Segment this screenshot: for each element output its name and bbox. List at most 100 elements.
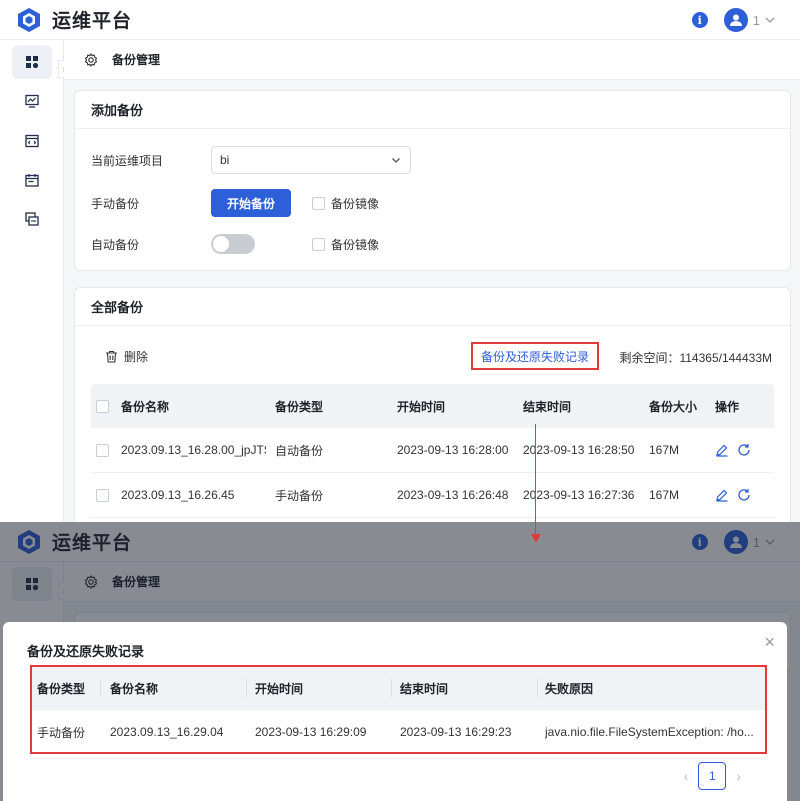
failure-records-link[interactable]: 备份及还原失败记录 bbox=[471, 342, 600, 370]
page-title: 备份管理 bbox=[112, 53, 161, 67]
column-divider bbox=[537, 679, 538, 697]
row-actions bbox=[715, 428, 751, 472]
info-icon[interactable]: i bbox=[691, 12, 708, 28]
col-end: 结束时间 bbox=[523, 399, 572, 414]
trash-icon bbox=[106, 350, 117, 363]
table-row[interactable]: 2023.09.13_16.28.00_jpJTS 自动备份 2023-09-1… bbox=[91, 428, 774, 473]
backup-type: 手动备份 bbox=[275, 488, 324, 503]
manual-mirror-checkbox[interactable]: 备份镜像 bbox=[312, 195, 379, 212]
page-bar: 备份管理 bbox=[64, 40, 800, 80]
start-backup-button[interactable]: 开始备份 bbox=[211, 189, 292, 217]
row-actions bbox=[715, 473, 751, 517]
sidebar-item-windows[interactable] bbox=[12, 202, 52, 236]
auto-backup-row: 自动备份 备份镜像 bbox=[91, 234, 379, 254]
col-name: 备份名称 bbox=[110, 681, 159, 696]
dashboard-icon bbox=[26, 56, 39, 69]
table-row[interactable]: 2023.09.13_16.26.45 手动备份 2023-09-13 16:2… bbox=[91, 473, 774, 518]
auto-backup-toggle[interactable] bbox=[211, 234, 255, 254]
sidebar-item-calendar[interactable] bbox=[12, 163, 52, 197]
close-icon[interactable]: × bbox=[764, 632, 775, 653]
app-title: 运维平台 bbox=[52, 11, 133, 32]
backup-size: 167M bbox=[649, 488, 680, 502]
col-start: 开始时间 bbox=[397, 399, 446, 414]
column-divider bbox=[391, 679, 392, 697]
failure-reason: java.nio.file.FileSystemException: /ho..… bbox=[545, 725, 754, 739]
table-header: 备份名称 备份类型 开始时间 结束时间 备份大小 操作 bbox=[91, 384, 774, 428]
user-icon bbox=[729, 14, 742, 26]
add-backup-card: 添加备份 当前运维项目 bi 手动备份 开始备份 备份镜像 自动备份 备份镜像 bbox=[74, 90, 791, 271]
restore-icon[interactable] bbox=[737, 488, 751, 502]
prev-page-icon[interactable]: ‹ bbox=[684, 768, 689, 784]
toggle-knob bbox=[213, 236, 229, 252]
next-page-icon[interactable]: › bbox=[736, 768, 741, 784]
project-select[interactable]: bi bbox=[211, 146, 411, 174]
user-number: 1 bbox=[752, 12, 760, 28]
select-all-cell bbox=[96, 384, 109, 428]
failure-type: 手动备份 bbox=[37, 725, 86, 740]
annotation-arrow-head bbox=[531, 534, 541, 543]
col-actions: 操作 bbox=[715, 399, 740, 414]
table-row[interactable]: 手动备份 2023.09.13_16.29.04 2023-09-13 16:2… bbox=[32, 709, 765, 754]
top-header: 运维平台 i 1 bbox=[0, 0, 800, 40]
select-all-checkbox[interactable] bbox=[96, 399, 109, 413]
row-checkbox[interactable] bbox=[96, 443, 109, 457]
restore-icon[interactable] bbox=[737, 443, 751, 457]
delete-button[interactable]: 删除 bbox=[105, 348, 148, 365]
edit-icon[interactable] bbox=[715, 443, 729, 457]
logo-icon bbox=[18, 7, 40, 32]
col-name: 备份名称 bbox=[121, 399, 170, 414]
auto-mirror-checkbox[interactable]: 备份镜像 bbox=[312, 236, 379, 253]
failure-records-table: 备份类型 备份名称 开始时间 结束时间 失败原因 手动备份 2023.09.13… bbox=[30, 665, 767, 754]
backup-size: 167M bbox=[649, 443, 680, 457]
project-label: 当前运维项目 bbox=[91, 153, 164, 168]
col-end: 结束时间 bbox=[400, 681, 449, 696]
chevron-down-icon[interactable] bbox=[764, 14, 776, 26]
mirror-label: 备份镜像 bbox=[331, 196, 380, 211]
start-time: 2023-09-13 16:26:48 bbox=[397, 488, 509, 502]
backup-type: 自动备份 bbox=[275, 443, 324, 458]
start-time: 2023-09-13 16:28:00 bbox=[397, 443, 509, 457]
row-checkbox[interactable] bbox=[96, 488, 109, 502]
failure-end-time: 2023-09-13 16:29:23 bbox=[400, 725, 512, 739]
page-number[interactable]: 1 bbox=[698, 762, 727, 790]
column-divider bbox=[246, 679, 247, 697]
backups-table: 备份名称 备份类型 开始时间 结束时间 备份大小 操作 2023.09.13_1… bbox=[91, 384, 774, 518]
edit-icon[interactable] bbox=[715, 488, 729, 502]
monitor-icon bbox=[25, 94, 39, 108]
chevron-down-icon bbox=[392, 158, 400, 163]
end-time: 2023-09-13 16:28:50 bbox=[523, 443, 635, 457]
calendar-icon bbox=[25, 174, 39, 187]
failure-records-modal: 备份及还原失败记录 × 备份类型 备份名称 开始时间 结束时间 失败原因 手动备… bbox=[3, 622, 787, 801]
row-check-cell bbox=[96, 428, 109, 472]
gear-icon bbox=[84, 52, 98, 67]
manual-backup-label: 手动备份 bbox=[91, 196, 140, 211]
col-reason: 失败原因 bbox=[545, 681, 594, 696]
row-check-cell bbox=[96, 473, 109, 517]
checkbox[interactable] bbox=[312, 237, 325, 251]
pagination: ‹ 1 › bbox=[674, 762, 751, 790]
failure-backup-name: 2023.09.13_16.29.04 bbox=[110, 725, 224, 739]
column-divider bbox=[100, 679, 101, 697]
col-type: 备份类型 bbox=[37, 681, 86, 696]
auto-backup-label: 自动备份 bbox=[91, 237, 140, 252]
backup-name: 2023.09.13_16.28.00_jpJTS bbox=[121, 443, 266, 457]
modal-title: 备份及还原失败记录 bbox=[27, 644, 145, 659]
sidebar-item-dashboard[interactable] bbox=[12, 45, 52, 79]
checkbox[interactable] bbox=[312, 196, 326, 210]
avatar[interactable] bbox=[723, 8, 748, 32]
windows-icon bbox=[25, 212, 39, 226]
sidebar-item-code[interactable] bbox=[12, 124, 52, 158]
all-backups-heading: 全部备份 bbox=[75, 288, 790, 326]
failure-start-time: 2023-09-13 16:29:09 bbox=[255, 725, 367, 739]
all-backups-card: 全部备份 删除 备份及还原失败记录 剩余空间：114365/144433M 备份… bbox=[74, 287, 791, 522]
manual-backup-row: 手动备份 开始备份 备份镜像 bbox=[91, 189, 379, 217]
remaining-space: 剩余空间：114365/144433M bbox=[619, 351, 772, 365]
project-select-value: bi bbox=[220, 153, 230, 167]
delete-label: 删除 bbox=[124, 350, 149, 364]
project-row: 当前运维项目 bi bbox=[91, 146, 411, 174]
add-backup-heading: 添加备份 bbox=[75, 91, 790, 129]
col-type: 备份类型 bbox=[275, 399, 324, 414]
col-size: 备份大小 bbox=[649, 399, 698, 414]
sidebar bbox=[0, 40, 64, 522]
sidebar-item-monitor[interactable] bbox=[12, 84, 52, 118]
